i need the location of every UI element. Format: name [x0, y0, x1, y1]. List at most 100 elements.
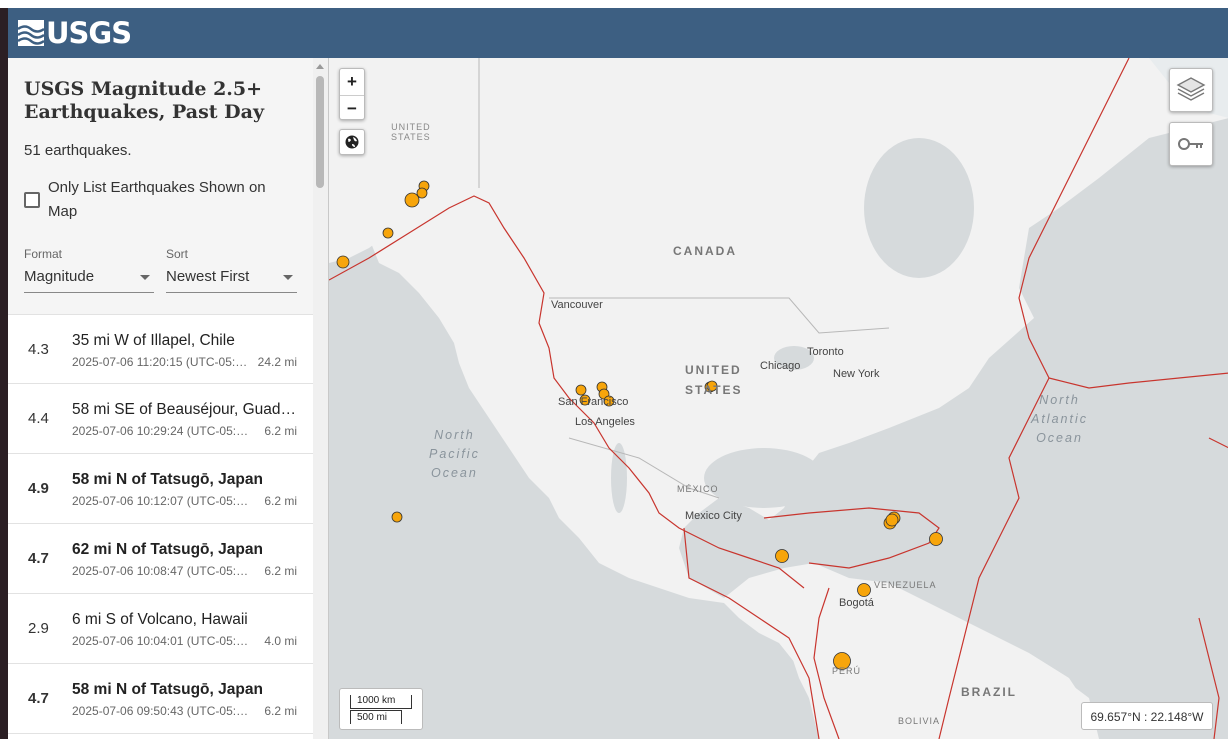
scale-km: 1000 km — [350, 695, 412, 709]
sort-value: Newest First — [166, 268, 250, 285]
depth: 24.2 mi — [257, 355, 297, 369]
format-select[interactable]: Magnitude — [24, 266, 154, 293]
format-label: Format — [24, 247, 63, 261]
map-base — [329, 58, 1228, 739]
zoom-in-button[interactable]: + — [340, 69, 364, 94]
earthquake-list: 4.3 35 mi W of Illapel, Chile 2025-07-06… — [8, 314, 313, 739]
magnitude: 4.7 — [28, 690, 49, 707]
map-label-chicago: Chicago — [760, 360, 801, 372]
logo-text: USGS — [46, 16, 132, 50]
zoom-control: + − — [339, 68, 365, 120]
quake-marker — [775, 549, 789, 563]
place: 6 mi S of Volcano, Hawaii — [72, 611, 248, 628]
place: 58 mi N of Tatsugō, Japan — [72, 681, 263, 698]
list-item[interactable]: 4.3 35 mi W of Illapel, Chile 2025-07-06… — [8, 314, 313, 384]
place: 35 mi W of Illapel, Chile — [72, 332, 235, 349]
map-label-us-1: UNITED — [685, 363, 742, 377]
hudson-bay — [864, 138, 974, 278]
map-label-mexico: MÉXICO — [677, 484, 719, 494]
layers-icon — [1176, 77, 1206, 101]
list-item[interactable]: 2.9 6 mi S of Volcano, Hawaii 2025-07-06… — [8, 594, 313, 664]
depth: 6.2 mi — [264, 494, 297, 508]
browser-top-strip — [0, 0, 1228, 8]
sort-select[interactable]: Newest First — [166, 266, 297, 293]
map-label-brazil: BRAZIL — [961, 685, 1017, 699]
magnitude: 4.3 — [28, 341, 49, 358]
magnitude: 4.4 — [28, 410, 49, 427]
place: 58 mi SE of Beauséjour, Guadeloupe — [72, 401, 297, 418]
map-scale: 1000 km 500 mi — [339, 688, 423, 730]
map-label-us-2: STATES — [685, 383, 743, 397]
sidebar: USGS Magnitude 2.5+ Earthquakes, Past Da… — [8, 58, 328, 739]
only-list-checkbox[interactable] — [24, 192, 40, 208]
quake-marker — [885, 513, 899, 527]
list-settings: USGS Magnitude 2.5+ Earthquakes, Past Da… — [8, 58, 313, 314]
map-label-venezuela: VENEZUELA — [874, 580, 937, 590]
time: 2025-07-06 10:04:01 (UTC-05:00) — [72, 634, 250, 648]
globe-button[interactable] — [339, 129, 365, 155]
format-value: Magnitude — [24, 268, 95, 285]
place: 62 mi N of Tatsugō, Japan — [72, 541, 263, 558]
place: 58 mi N of Tatsugō, Japan — [72, 471, 263, 488]
quake-marker — [336, 255, 350, 269]
scroll-thumb[interactable] — [316, 76, 324, 188]
quake-marker — [382, 227, 394, 239]
map-label-bolivia: BOLIVIA — [898, 716, 941, 726]
scroll-up-icon[interactable] — [316, 64, 324, 69]
legend-button[interactable] — [1169, 122, 1213, 166]
magnitude: 2.9 — [28, 620, 49, 637]
quake-marker — [929, 532, 943, 546]
depth: 6.2 mi — [264, 564, 297, 578]
only-list-label[interactable]: Only List Earthquakes Shown on Map — [48, 176, 298, 224]
map-label-new-york: New York — [833, 368, 880, 380]
sort-label: Sort — [166, 247, 189, 261]
feed-title: USGS Magnitude 2.5+ Earthquakes, Past Da… — [24, 78, 264, 123]
usgs-logo[interactable]: USGS — [18, 16, 132, 50]
list-item[interactable]: 4.9 58 mi N of Tatsugō, Japan 2025-07-06… — [8, 454, 313, 524]
mouse-coordinates: 69.657°N : 22.148°W — [1081, 702, 1213, 730]
quake-marker — [391, 511, 403, 523]
map-label-bogota: Bogotá — [839, 597, 874, 609]
scale-mi: 500 mi — [350, 710, 402, 724]
map-label-north-pacific: North Pacific Ocean — [429, 428, 480, 480]
sidebar-scrollbar[interactable] — [313, 58, 328, 739]
map-label-canada: CANADA — [673, 244, 737, 258]
map-label-los-angeles: Los Angeles — [575, 416, 635, 428]
list-item[interactable]: 4.7 62 mi N of Tatsugō, Japan 2025-07-06… — [8, 524, 313, 594]
quake-marker — [575, 384, 587, 396]
map-label-peru: PERÚ — [832, 666, 862, 676]
list-item[interactable]: 4.4 58 mi SE of Beauséjour, Guadeloupe 2… — [8, 384, 313, 454]
map-label-vancouver: Vancouver — [551, 299, 603, 311]
zoom-out-button[interactable]: − — [340, 95, 364, 120]
magnitude: 4.9 — [28, 480, 49, 497]
map-label-mexico-city: Mexico City — [685, 510, 742, 522]
map-view[interactable]: UNITED STATES CANADA UNITED STATES MÉXIC… — [328, 58, 1228, 739]
map-label-san-francisco: San Francisco — [558, 396, 629, 408]
earthquake-count: 51 earthquakes. — [24, 142, 132, 159]
magnitude: 4.7 — [28, 550, 49, 567]
list-item[interactable]: 4.7 58 mi N of Tatsugō, Japan 2025-07-06… — [8, 664, 313, 734]
plate-boundary — [1208, 437, 1228, 449]
map-label-toronto: Toronto — [807, 346, 844, 358]
plate-boundary — [1048, 372, 1228, 389]
time: 2025-07-06 09:50:43 (UTC-05:00) — [72, 704, 250, 718]
depth: 6.2 mi — [264, 424, 297, 438]
map-label-us-alaska: UNITED STATES — [391, 122, 431, 142]
south-america-land — [784, 583, 1099, 739]
time: 2025-07-06 10:08:47 (UTC-05:00) — [72, 564, 250, 578]
gulf-of-mexico — [704, 448, 824, 508]
map-label-north-atlantic: North Atlantic Ocean — [1031, 393, 1088, 445]
usgs-header: USGS — [8, 8, 1228, 58]
globe-icon — [345, 135, 359, 149]
layers-button[interactable] — [1169, 68, 1213, 112]
depth: 6.2 mi — [264, 704, 297, 718]
quake-marker — [857, 583, 871, 597]
chevron-down-icon — [140, 275, 150, 280]
key-icon — [1178, 138, 1203, 150]
usgs-wave-icon — [18, 20, 44, 46]
quake-marker — [404, 192, 420, 208]
time: 2025-07-06 11:20:15 (UTC-05:00) — [72, 355, 250, 369]
depth: 4.0 mi — [264, 634, 297, 648]
time: 2025-07-06 10:29:24 (UTC-05:00) — [72, 424, 250, 438]
chevron-down-icon — [283, 275, 293, 280]
